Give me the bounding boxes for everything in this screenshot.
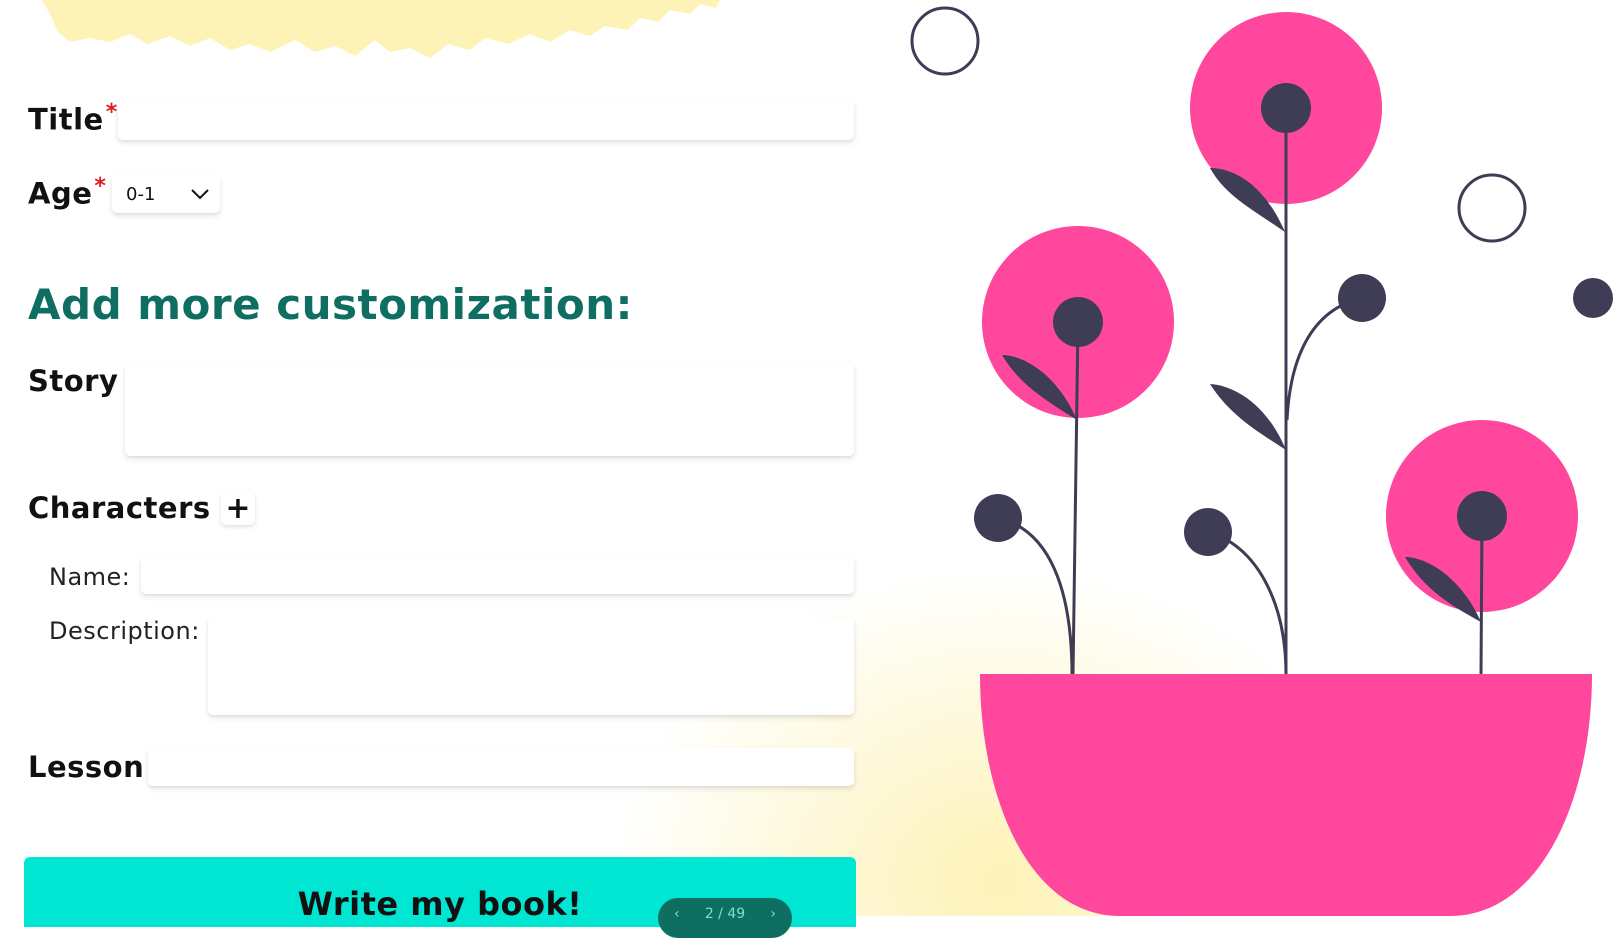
title-label-text: Title (28, 102, 104, 137)
plus-icon: + (225, 490, 251, 526)
bud (1338, 274, 1386, 322)
required-marker: * (94, 174, 107, 199)
description-label: Description: (49, 617, 200, 645)
title-input[interactable] (118, 100, 854, 140)
bud (1184, 508, 1232, 556)
flower-pot (980, 674, 1592, 916)
page-indicator: ‹ 2 / 49 › (658, 898, 792, 938)
flower-leaf (1210, 384, 1286, 450)
lesson-label: Lesson (28, 750, 145, 784)
required-marker: * (105, 100, 118, 125)
title-label: Title* (28, 100, 118, 137)
characters-label: Characters (28, 491, 211, 525)
dark-dot (1573, 278, 1613, 318)
age-label: Age* (28, 174, 106, 211)
prev-page-button[interactable]: ‹ (674, 906, 680, 922)
age-label-text: Age (28, 176, 93, 211)
character-name-input[interactable] (141, 556, 854, 594)
lesson-input[interactable] (148, 748, 854, 786)
flower-pot-illustration (910, 6, 1613, 916)
story-textarea[interactable] (125, 363, 854, 456)
chevron-down-icon (190, 184, 210, 205)
torn-paper-decoration (42, 0, 720, 58)
age-select[interactable]: 0-1 (112, 175, 220, 213)
bud (974, 494, 1022, 542)
name-label: Name: (49, 563, 131, 591)
character-description-textarea[interactable] (208, 617, 854, 715)
next-page-button[interactable]: › (770, 906, 776, 922)
page-count: 2 / 49 (704, 906, 746, 922)
flower-stem (1479, 515, 1484, 676)
outline-circle (910, 6, 980, 76)
age-select-value: 0-1 (126, 183, 156, 205)
bud-stem (997, 516, 1074, 676)
outline-circle (1457, 173, 1527, 243)
bud-stem (1207, 530, 1288, 676)
add-character-button[interactable]: + (221, 490, 255, 526)
section-heading: Add more customization: (28, 280, 633, 329)
story-label: Story (28, 364, 119, 398)
